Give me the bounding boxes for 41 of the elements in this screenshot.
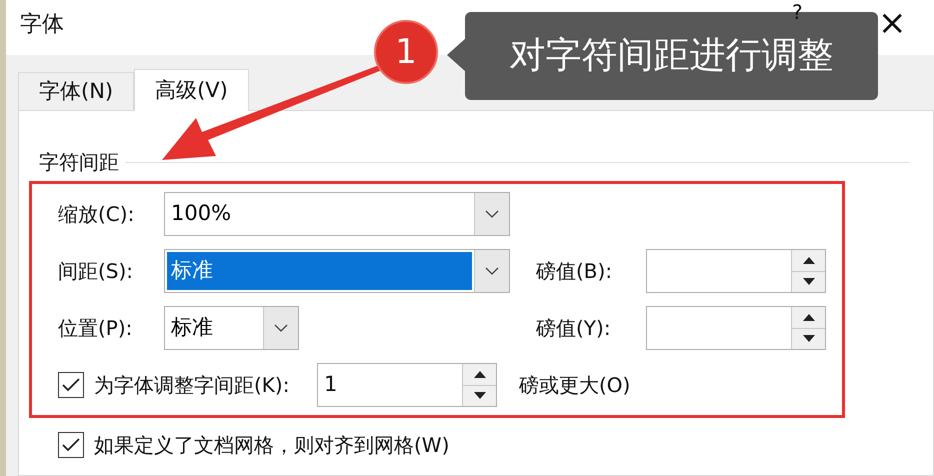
up-triangle-icon bbox=[474, 370, 486, 378]
dropdown-value: 标准 bbox=[167, 252, 472, 290]
field-label: 磅值(Y): bbox=[536, 315, 612, 342]
window-title: 字体 bbox=[20, 11, 64, 39]
check-icon bbox=[62, 438, 80, 452]
close-button[interactable]: × bbox=[878, 6, 906, 40]
spin-down-button[interactable] bbox=[463, 386, 496, 406]
dropdown[interactable]: 100% bbox=[164, 192, 510, 236]
callout-text: 对字符间距进行调整 bbox=[510, 34, 834, 78]
checkbox[interactable] bbox=[58, 372, 84, 398]
down-triangle-icon bbox=[474, 392, 486, 400]
spin-up-button[interactable] bbox=[792, 250, 825, 272]
chevron-down-icon bbox=[274, 324, 288, 332]
dropdown[interactable]: 标准 bbox=[164, 306, 299, 350]
field-label: 缩放(C): bbox=[58, 201, 136, 228]
section-title: 字符间距 bbox=[39, 149, 119, 176]
field-label: 磅值(B): bbox=[536, 258, 614, 285]
up-triangle-icon bbox=[802, 314, 814, 321]
field-label: 间距(S): bbox=[58, 258, 134, 285]
checkbox[interactable] bbox=[58, 432, 84, 458]
spin-down-button[interactable] bbox=[792, 272, 825, 292]
checkbox-label: 为字体调整字间距(K): bbox=[94, 372, 290, 399]
down-triangle-icon bbox=[802, 335, 814, 342]
spin-up-button[interactable] bbox=[463, 364, 496, 386]
field-label: 位置(P): bbox=[58, 315, 134, 342]
up-triangle-icon bbox=[802, 256, 814, 264]
spin-up-button[interactable] bbox=[792, 307, 825, 328]
tab[interactable]: 字体(N) bbox=[18, 72, 134, 110]
spin-box[interactable]: 1 bbox=[317, 363, 497, 407]
checkbox-label: 如果定义了文档网格，则对齐到网格(W) bbox=[94, 432, 450, 459]
dropdown-value: 100% bbox=[170, 200, 232, 228]
chevron-down-icon bbox=[485, 210, 499, 218]
spin-value: 1 bbox=[324, 371, 338, 398]
spin-down-button[interactable] bbox=[792, 328, 825, 349]
down-triangle-icon bbox=[802, 278, 814, 286]
dropdown[interactable]: 标准 bbox=[164, 249, 510, 293]
tab[interactable]: 高级(V) bbox=[134, 69, 249, 111]
check-icon bbox=[62, 378, 80, 392]
unit-label: 磅或更大(O) bbox=[519, 372, 630, 399]
chevron-down-icon bbox=[485, 267, 499, 275]
dropdown-value: 标准 bbox=[170, 314, 214, 342]
